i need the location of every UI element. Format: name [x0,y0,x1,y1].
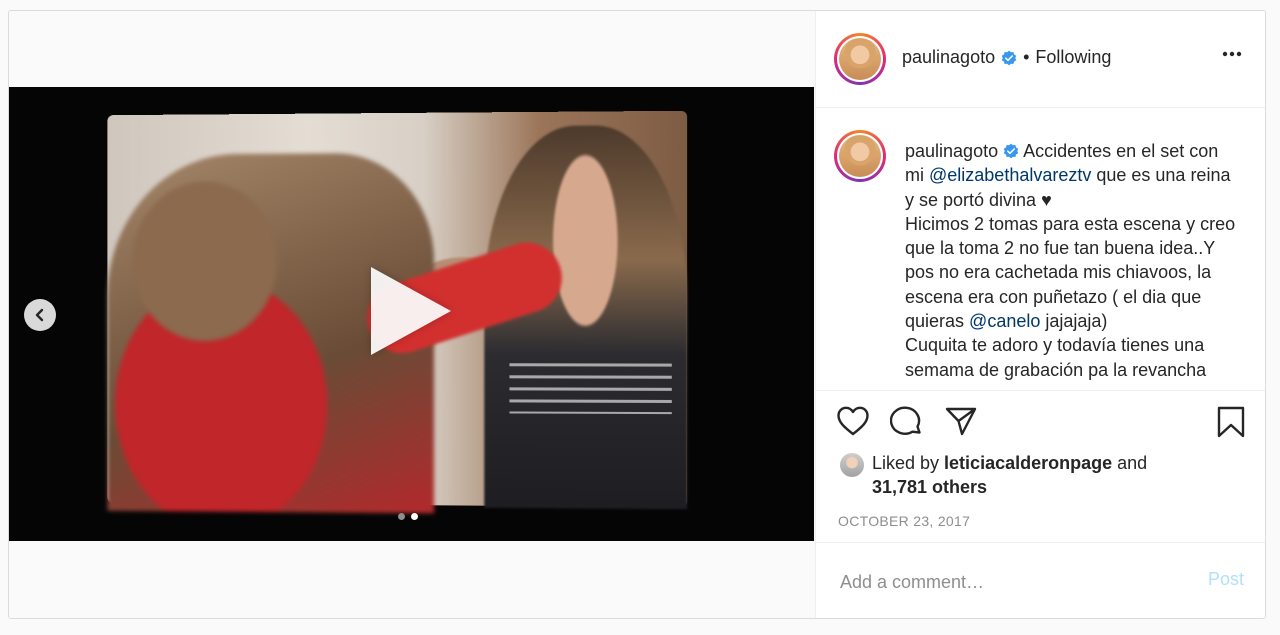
comment-input[interactable] [838,567,1182,597]
caption-username[interactable]: paulinagoto [905,141,998,161]
liked-others[interactable]: 31,781 others [872,477,987,497]
carousel-dot [398,513,405,520]
chevron-left-icon[interactable] [24,299,56,331]
carousel-indicator [398,513,418,520]
liked-by-user[interactable]: leticiacalderonpage [944,453,1112,473]
caption-mention[interactable]: @canelo [969,311,1040,331]
avatar[interactable] [834,33,886,85]
post-card: paulinagoto • Following paulinagoto Acci… [8,10,1266,619]
post-date[interactable]: OCTOBER 23, 2017 [838,513,970,529]
liked-by-and: and [1112,453,1147,473]
post-header: paulinagoto • Following [816,11,1266,108]
more-options-icon[interactable] [1222,51,1242,57]
carousel-dot-active [411,513,418,520]
caption-text: paulinagoto Accidentes en el set con mi … [905,139,1240,382]
liked-by-prefix: Liked by [872,453,944,473]
verified-badge-icon [1003,143,1019,159]
caption-mention[interactable]: @elizabethalvareztv [929,165,1091,185]
paper-plane-icon[interactable] [944,405,978,437]
action-bar: Liked by leticiacalderonpage and 31,781 … [816,390,1266,541]
post-side-panel: paulinagoto • Following paulinagoto Acci… [815,11,1266,618]
avatar[interactable] [840,453,864,477]
separator-dot: • [1023,47,1029,68]
media-area [9,11,814,618]
following-button[interactable]: Following [1035,47,1111,68]
caption-part: jajajaja) [1040,311,1107,331]
video-player[interactable] [9,87,814,541]
play-icon[interactable] [371,267,451,355]
verified-badge-icon [1001,50,1017,66]
caption-avatar[interactable] [834,130,886,182]
likes-summary: Liked by leticiacalderonpage and 31,781 … [840,451,1147,499]
caption-part: Cuquita te adoro y todavía tienes una se… [905,335,1206,379]
header-username[interactable]: paulinagoto [902,47,995,68]
likes-text: Liked by leticiacalderonpage and 31,781 … [872,451,1147,499]
comment-form: Post [816,542,1266,619]
avatar-image [839,38,881,80]
video-figure-stripes [509,363,671,414]
avatar-image [839,135,881,177]
bookmark-icon[interactable] [1216,405,1246,439]
caption-section: paulinagoto Accidentes en el set con mi … [816,108,1266,390]
header-user-row: paulinagoto • Following [902,47,1111,68]
post-comment-button[interactable]: Post [1208,569,1244,590]
heart-icon[interactable] [836,405,870,437]
comment-bubble-icon[interactable] [890,405,924,437]
